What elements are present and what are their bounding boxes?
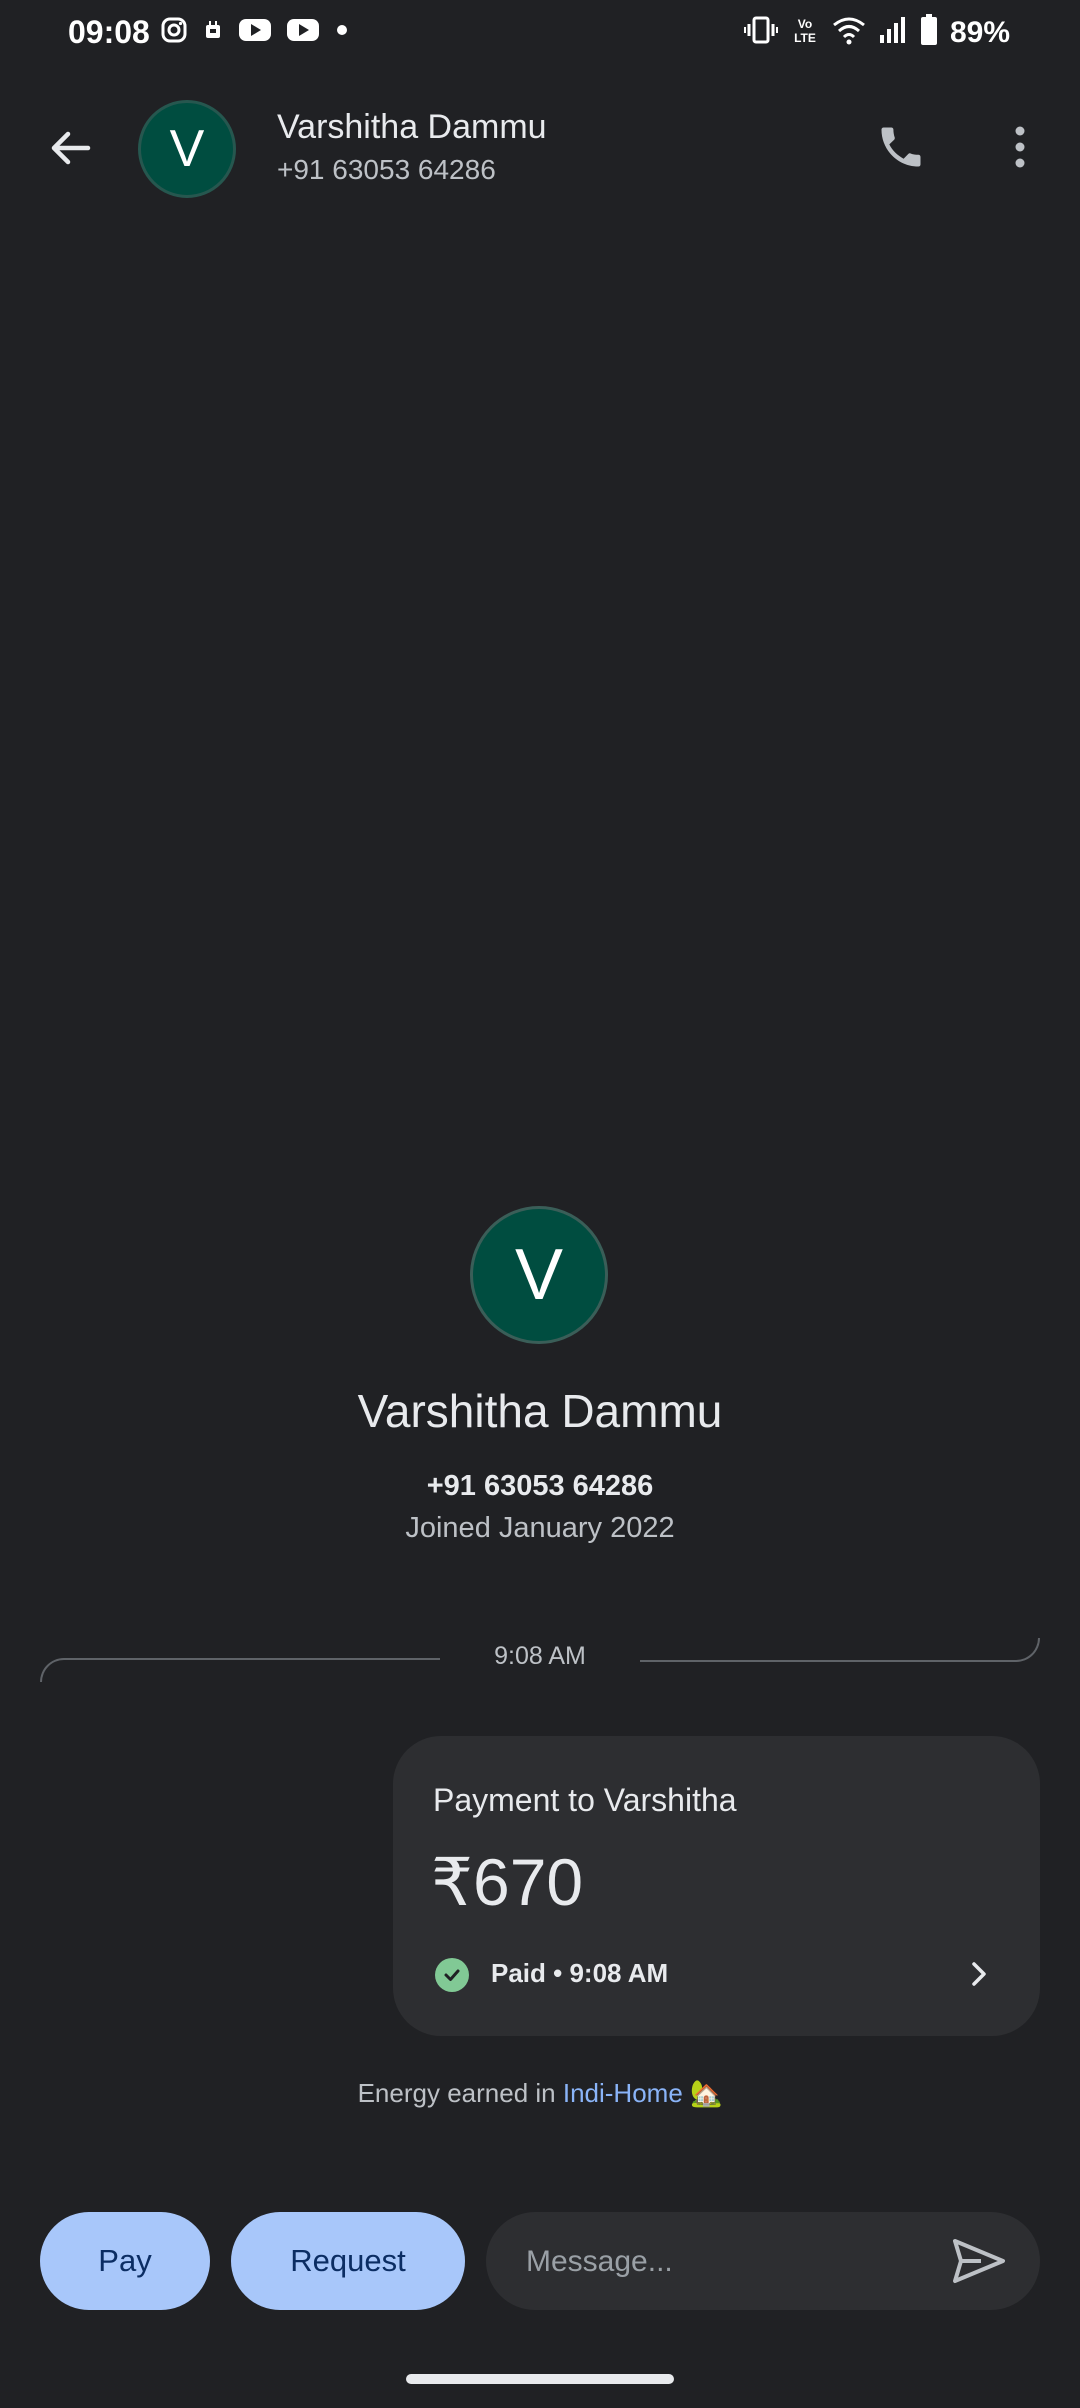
youtube-icon	[238, 17, 272, 48]
system-icons: Vo LTE 89%	[743, 14, 1010, 51]
youtube-icon	[286, 17, 320, 48]
status-bar: 09:08 Vo LTE 89%	[0, 0, 1080, 68]
profile-phone: +91 63053 64286	[426, 1470, 654, 1502]
back-button[interactable]	[40, 118, 100, 178]
check-circle-icon	[435, 1958, 469, 1992]
payment-title: Payment to Varshitha	[433, 1782, 737, 1818]
contact-avatar[interactable]: V	[138, 100, 236, 198]
app-notification-icon	[202, 18, 224, 47]
timeline-divider-left	[40, 1658, 440, 1682]
app-bar: V Varshitha Dammu +91 63053 64286	[0, 90, 1080, 210]
payment-card[interactable]: Payment to Varshitha ₹670 Paid • 9:08 AM	[393, 1736, 1040, 2036]
message-timestamp: 9:08 AM	[494, 1642, 586, 1670]
svg-text:LTE: LTE	[794, 31, 816, 45]
volte-icon: Vo LTE	[790, 15, 820, 50]
send-button[interactable]	[948, 2230, 1010, 2292]
chevron-right-icon	[959, 1954, 999, 1994]
back-arrow-icon	[51, 131, 91, 165]
message-compose-box	[486, 2212, 1040, 2312]
message-input[interactable]	[524, 2212, 908, 2312]
home-indicator[interactable]	[406, 2374, 674, 2384]
battery-percentage: 89%	[949, 15, 1010, 49]
profile-avatar: V	[470, 1206, 608, 1344]
more-vert-icon	[1015, 126, 1025, 168]
pay-button[interactable]: Pay	[40, 2212, 210, 2310]
vibrate-icon	[743, 15, 778, 50]
indi-home-link[interactable]: Indi-Home	[563, 2078, 683, 2108]
request-button[interactable]: Request	[231, 2212, 465, 2310]
phone-icon	[881, 127, 921, 167]
signal-icon	[878, 15, 908, 50]
wifi-icon	[832, 15, 866, 50]
contact-phone: +91 63053 64286	[277, 154, 496, 185]
more-options-button[interactable]	[990, 114, 1050, 180]
notification-icons	[160, 16, 350, 49]
profile-joined-date: Joined January 2022	[405, 1512, 675, 1544]
house-emoji-icon: 🏡	[690, 2078, 723, 2108]
instagram-icon	[160, 16, 188, 49]
call-button[interactable]	[868, 114, 934, 180]
energy-prefix: Energy earned in	[357, 2078, 563, 2108]
battery-icon	[920, 14, 938, 51]
contact-name[interactable]: Varshitha Dammu	[277, 108, 547, 147]
energy-earned-text: Energy earned in Indi-Home 🏡	[0, 2078, 1080, 2109]
status-time: 09:08	[68, 14, 150, 50]
profile-name: Varshitha Dammu	[357, 1385, 723, 1437]
payment-amount: ₹670	[431, 1845, 584, 1919]
send-icon	[953, 2239, 1005, 2283]
timeline-divider-right	[640, 1638, 1040, 1662]
more-notifications-dot-icon	[334, 22, 350, 43]
payment-status: Paid • 9:08 AM	[491, 1958, 669, 1988]
svg-text:Vo: Vo	[798, 17, 812, 31]
